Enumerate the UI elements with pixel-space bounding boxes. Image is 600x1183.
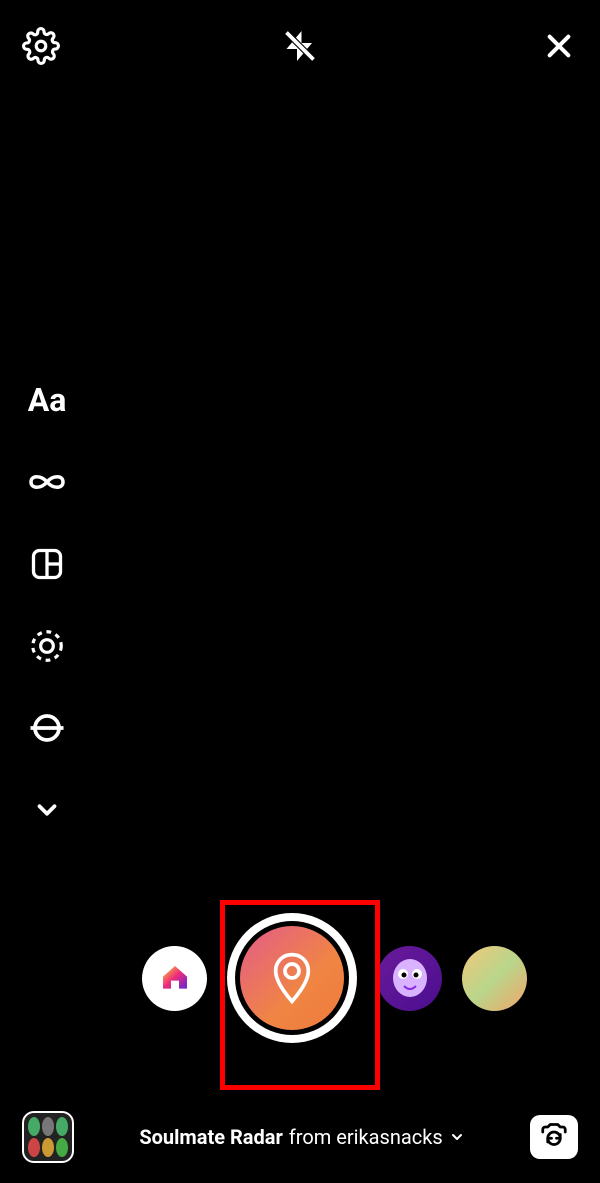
location-pin-icon <box>240 926 344 1030</box>
boomerang-icon[interactable] <box>27 462 67 502</box>
filter-home[interactable] <box>142 946 207 1011</box>
layout-icon[interactable] <box>27 544 67 584</box>
switch-camera-button[interactable] <box>530 1115 578 1159</box>
settings-icon[interactable] <box>20 25 62 67</box>
bottom-bar: Soulmate Radar from erikasnacks <box>0 1111 600 1163</box>
effect-name: Soulmate Radar <box>139 1125 282 1149</box>
flash-off-icon[interactable] <box>279 25 321 67</box>
left-toolbar: Aa <box>27 380 67 830</box>
shutter-button[interactable] <box>227 913 357 1043</box>
level-icon[interactable] <box>27 708 67 748</box>
chevron-down-icon <box>449 1129 465 1145</box>
close-icon[interactable] <box>538 25 580 67</box>
filter-face[interactable] <box>377 946 442 1011</box>
multicapture-icon[interactable] <box>27 626 67 666</box>
gallery-button[interactable] <box>22 1111 74 1163</box>
filter-carousel[interactable] <box>0 913 600 1043</box>
text-tool-icon[interactable]: Aa <box>27 380 67 420</box>
top-bar <box>0 25 600 67</box>
filter-glow[interactable] <box>462 946 527 1011</box>
effect-author: erikasnacks <box>336 1125 442 1149</box>
chevron-down-icon[interactable] <box>27 790 67 830</box>
effect-label[interactable]: Soulmate Radar from erikasnacks <box>139 1125 464 1149</box>
